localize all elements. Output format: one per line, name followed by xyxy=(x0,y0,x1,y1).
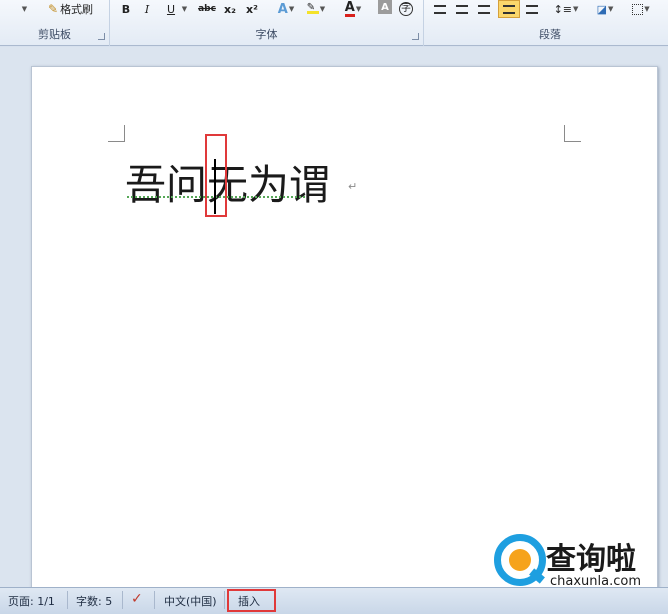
status-divider xyxy=(154,591,155,609)
line-spacing-button[interactable]: ↕≡ ▼ xyxy=(553,0,579,18)
align-left-button[interactable] xyxy=(432,0,448,18)
magnifier-dot xyxy=(509,549,531,571)
underline-button[interactable]: U xyxy=(164,0,178,18)
paragraph-mark: ↵ xyxy=(348,180,358,193)
status-divider xyxy=(224,591,225,609)
distributed-button[interactable] xyxy=(524,0,540,18)
align-center-button[interactable] xyxy=(454,0,470,18)
status-bar: 页面: 1/1 字数: 5 ✓ 中文(中国) 插入 xyxy=(0,587,668,614)
language-indicator[interactable]: 中文(中国) xyxy=(164,593,217,609)
paragraph-group-label: 段落 xyxy=(539,28,561,41)
enclose-icon: 字 xyxy=(399,2,413,16)
document-workspace: 吾问无为谓 ↵ xyxy=(0,47,668,606)
format-painter-label: 格式刷 xyxy=(60,3,94,16)
text-effects-button[interactable]: A ▼ xyxy=(276,0,296,18)
align-right-button[interactable] xyxy=(476,0,492,18)
enclose-characters-button[interactable]: 字 xyxy=(398,0,414,18)
line-spacing-icon: ↕≡ xyxy=(553,2,573,16)
format-painter-button[interactable]: ✎ 格式刷 xyxy=(48,0,106,18)
bold-button[interactable]: B xyxy=(118,0,134,18)
highlighter-icon: ✎ xyxy=(306,3,319,14)
font-group: B I U ▼ abc x₂ x² A ▼ ✎ ▼ A ▼ A 字 字体 xyxy=(110,0,424,46)
font-group-label: 字体 xyxy=(255,28,278,41)
align-center-icon xyxy=(456,4,468,14)
align-right-icon xyxy=(478,4,490,14)
word-count[interactable]: 字数: 5 xyxy=(76,593,112,609)
character-shading-button[interactable]: A xyxy=(378,0,392,14)
document-text[interactable]: 吾问无为谓 xyxy=(125,151,330,211)
strikethrough-button[interactable]: abc xyxy=(196,0,218,18)
font-color-button[interactable]: A ▼ xyxy=(342,0,364,18)
top-right-margin-mark xyxy=(564,125,581,142)
status-divider xyxy=(67,591,68,609)
paste-dropdown[interactable]: ▼ xyxy=(18,0,30,18)
subscript-button[interactable]: x₂ xyxy=(222,0,238,18)
justify-button[interactable] xyxy=(498,0,520,18)
insert-mode-highlight-box xyxy=(227,589,276,612)
brush-icon: ✎ xyxy=(48,2,59,16)
watermark-logo: 查询啦 chaxunla.com xyxy=(494,534,664,590)
cursor-highlight-box xyxy=(205,134,227,217)
justify-icon xyxy=(503,4,515,14)
align-left-icon xyxy=(434,4,446,14)
proofing-icon[interactable]: ✓ xyxy=(131,591,143,607)
underline-dropdown[interactable]: ▼ xyxy=(180,0,188,18)
distributed-icon xyxy=(526,4,538,14)
borders-icon xyxy=(632,3,644,15)
ribbon: ▼ ✎ 格式刷 剪贴板 B I U ▼ abc x₂ x² A ▼ ✎ ▼ A ▼ A… xyxy=(0,0,668,46)
italic-button[interactable]: I xyxy=(140,0,154,18)
paint-bucket-icon: ◪ xyxy=(596,2,607,16)
paragraph-group: ↕≡ ▼ ◪ ▼ ▼ 段落 xyxy=(424,0,668,46)
highlight-color-button[interactable]: ✎ ▼ xyxy=(306,0,326,18)
status-divider xyxy=(122,591,123,609)
clipboard-group-label: 剪贴板 xyxy=(38,28,71,41)
clipboard-group: ▼ ✎ 格式刷 剪贴板 xyxy=(0,0,110,46)
document-page[interactable]: 吾问无为谓 ↵ xyxy=(31,66,658,606)
superscript-button[interactable]: x² xyxy=(244,0,260,18)
font-dialog-launcher[interactable] xyxy=(412,33,419,40)
clipboard-dialog-launcher[interactable] xyxy=(98,33,105,40)
page-indicator[interactable]: 页面: 1/1 xyxy=(8,593,55,609)
top-left-margin-mark xyxy=(108,125,125,142)
font-color-icon: A xyxy=(344,0,355,17)
shading-button[interactable]: ◪ ▼ xyxy=(594,0,616,18)
watermark-title: 查询啦 xyxy=(546,542,636,577)
borders-button[interactable]: ▼ xyxy=(630,0,652,18)
